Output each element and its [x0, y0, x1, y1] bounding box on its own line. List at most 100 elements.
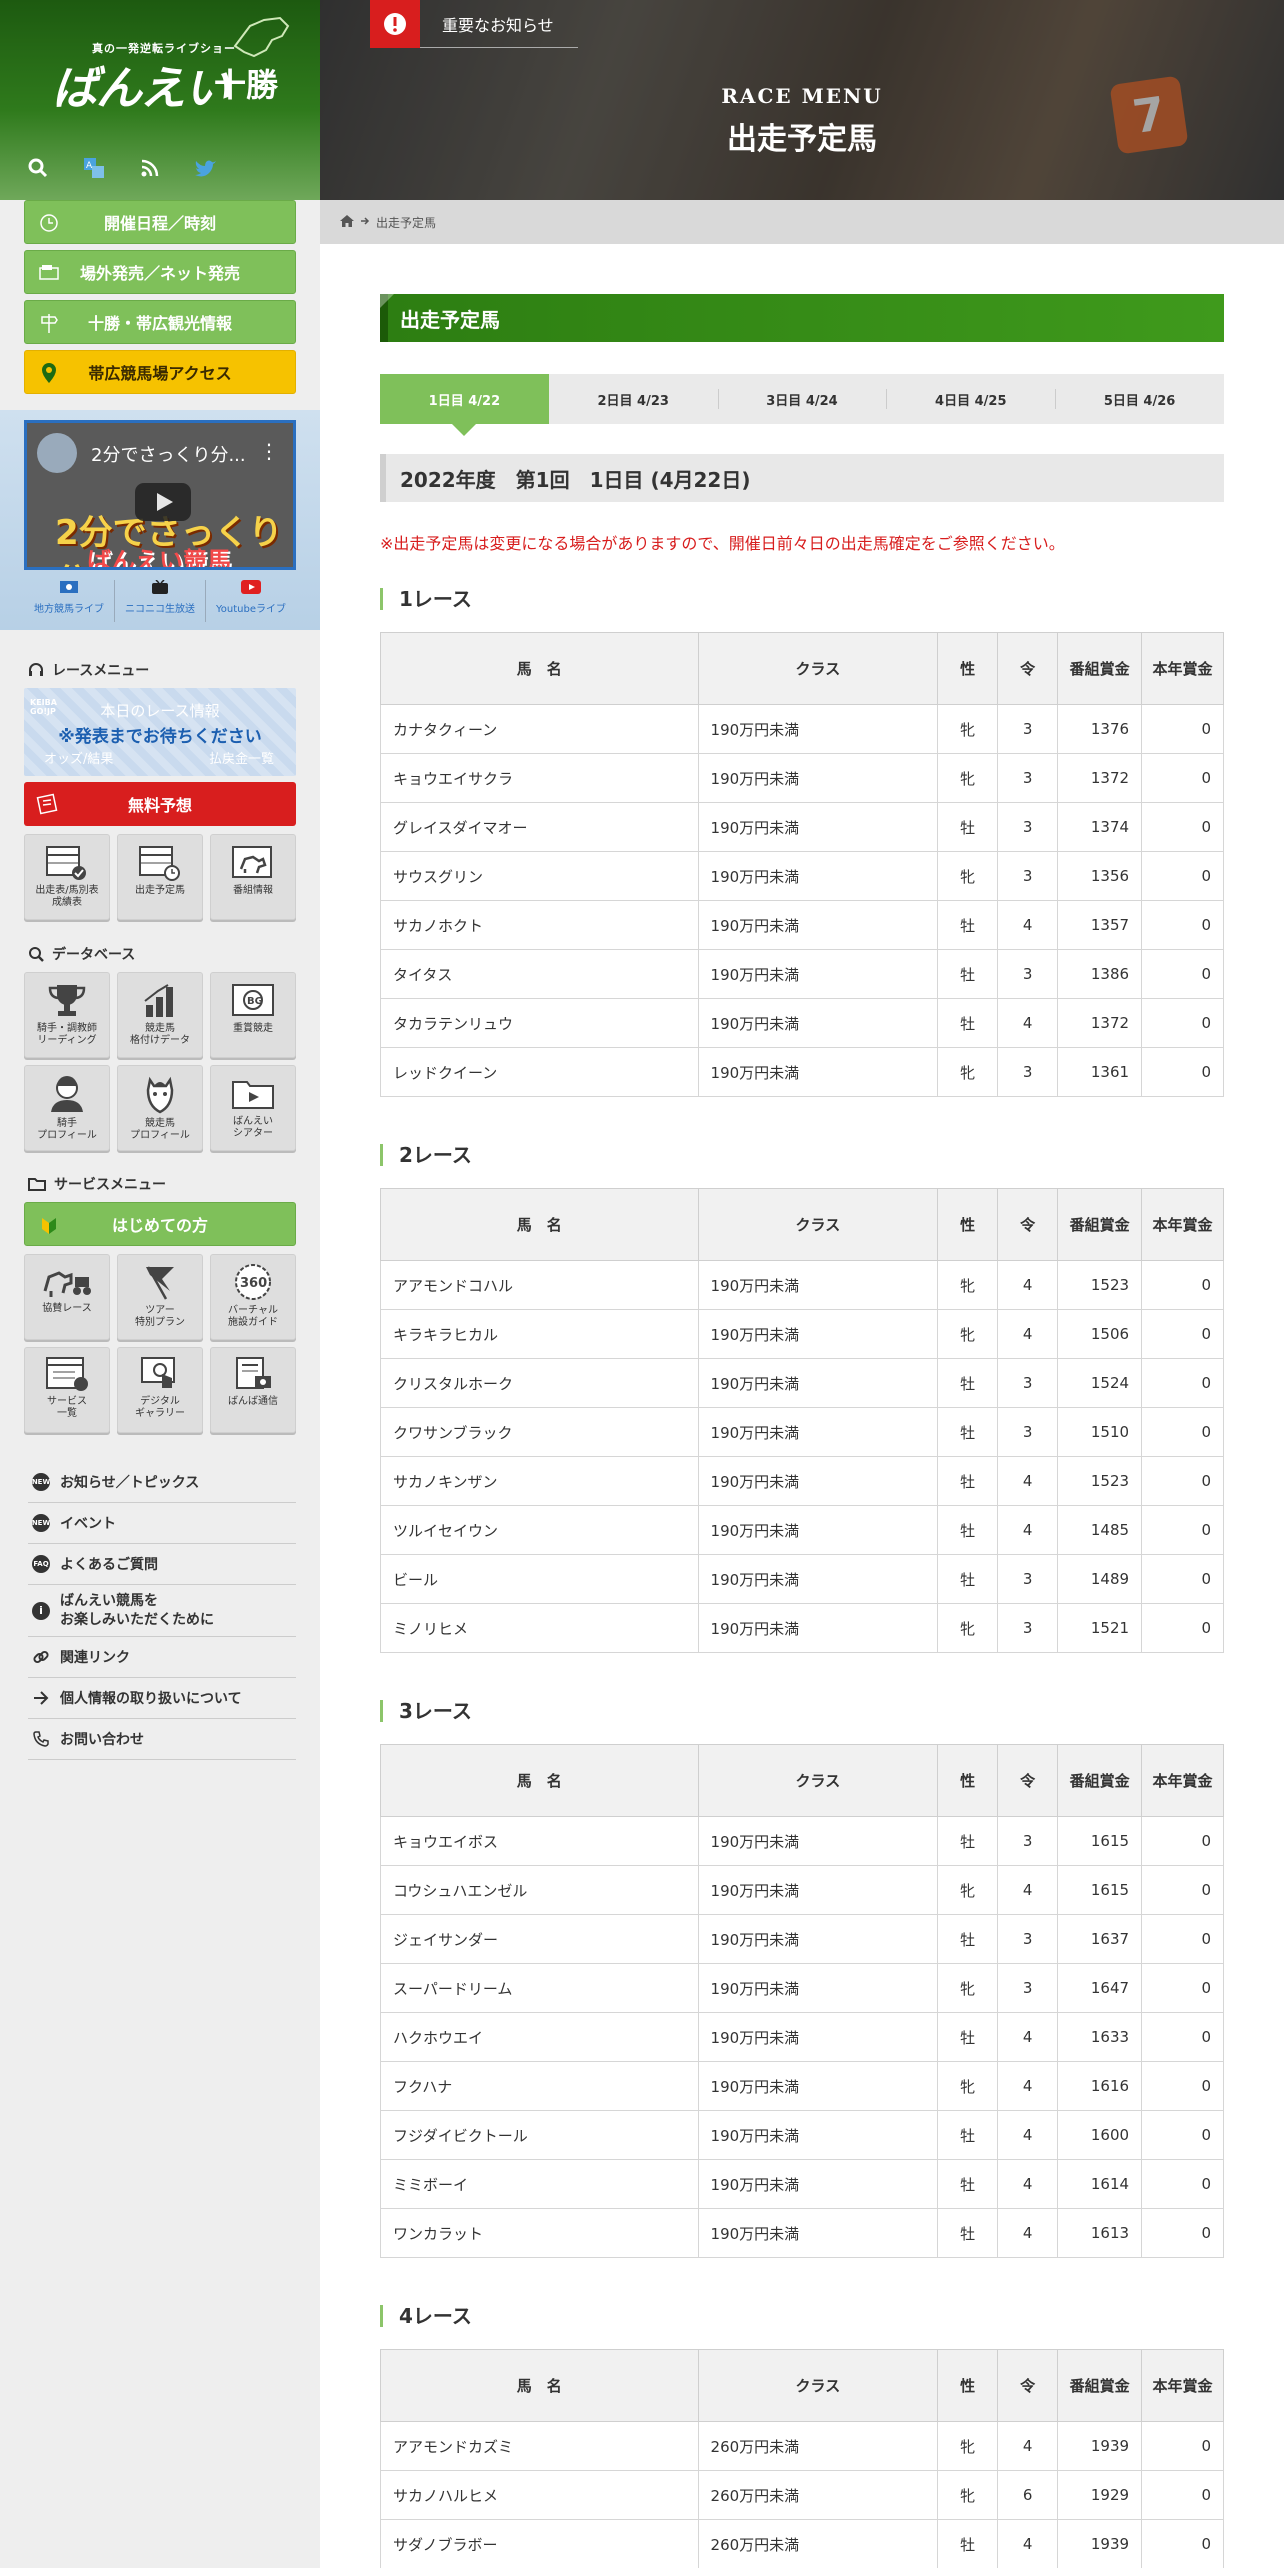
table-row: ハクホウエイ 190万円未満牡 4 1633 0 [380, 2012, 1224, 2062]
banba-news-tile[interactable]: ばんば通信 [210, 1347, 296, 1433]
race-class: 190万円未満 [697, 900, 939, 950]
service-list-icon [46, 1357, 88, 1391]
horse-name[interactable]: タカラテンリュウ [380, 998, 699, 1048]
tab-day-5[interactable]: 5日目 4/26 [1055, 374, 1224, 424]
horse-sex: 牡 [937, 1407, 999, 1457]
horse-name[interactable]: カナタクィーン [380, 704, 699, 754]
horse-name[interactable]: サカノホクト [380, 900, 699, 950]
horse-name[interactable]: クリスタルホーク [380, 1358, 699, 1408]
jockey-profile-tile[interactable]: 騎手 プロフィール [24, 1065, 110, 1151]
theater-tile[interactable]: ばんえい シアター [210, 1065, 296, 1151]
faq-link[interactable]: FAQ よくあるご質問 [28, 1544, 296, 1585]
contact-link[interactable]: お問い合わせ [28, 1719, 296, 1760]
horse-sex: 牝 [937, 2061, 999, 2111]
table-row: タイタス 190万円未満牡 3 1386 0 [380, 949, 1224, 999]
related-links-link[interactable]: 関連リンク [28, 1637, 296, 1678]
enjoy-guide-link[interactable]: i ばんえい競馬を お楽しみいただくために [28, 1585, 296, 1637]
youtube-link[interactable]: Youtubeライブ [206, 580, 296, 622]
tab-day-1[interactable]: 1日目 4/22 [380, 374, 549, 436]
horse-name[interactable]: アアモンドコハル [380, 1260, 699, 1310]
program-info-tile[interactable]: 番組情報 [210, 834, 296, 920]
offsite-sales-button[interactable]: 場外発売／ネット発売 [24, 250, 296, 294]
race-card-tile[interactable]: 出走表/馬別表 成績表 [24, 834, 110, 920]
local-live-link[interactable]: 地方競馬ライブ [24, 580, 115, 622]
horse-age: 4 [997, 1309, 1059, 1359]
virtual-guide-tile[interactable]: 360 バーチャル 施設ガイド [210, 1254, 296, 1340]
table-row: サカノホクト 190万円未満牡 4 1357 0 [380, 900, 1224, 950]
race-class: 190万円未満 [697, 1309, 939, 1359]
tourism-button[interactable]: 十勝・帯広観光情報 [24, 300, 296, 344]
rss-icon[interactable] [138, 156, 162, 180]
horse-name[interactable]: サカノキンザン [380, 1456, 699, 1506]
horse-name[interactable]: サウスグリン [380, 851, 699, 901]
horse-name[interactable]: ビール [380, 1554, 699, 1604]
entries-tile[interactable]: 出走予定馬 [117, 834, 203, 920]
column-header: 番組賞金 [1057, 632, 1143, 705]
sponsor-race-tile[interactable]: 協賛レース [24, 1254, 110, 1340]
important-notice[interactable]: 重要なお知らせ [370, 0, 578, 48]
leading-tile[interactable]: 騎手・調教師 リーディング [24, 972, 110, 1058]
year-prize: 0 [1141, 1407, 1224, 1457]
more-icon[interactable]: ⋮ [259, 439, 279, 463]
schedule-button[interactable]: 開催日程／時刻 [24, 200, 296, 244]
horse-name[interactable]: キョウエイボス [380, 1816, 699, 1866]
tab-day-4[interactable]: 4日目 4/25 [886, 374, 1055, 424]
horse-name[interactable]: サダノブラボー [380, 2519, 699, 2568]
horse-name[interactable]: ハクホウエイ [380, 2012, 699, 2062]
twitter-icon[interactable] [194, 156, 218, 180]
niconico-link[interactable]: ニコニコ生放送 [115, 580, 206, 622]
grade-race-tile[interactable]: BG 重賞競走 [210, 972, 296, 1058]
translate-icon[interactable]: A [82, 156, 106, 180]
news-topics-link[interactable]: NEW お知らせ／トピックス [28, 1462, 296, 1503]
horse-name[interactable]: フジダイビクトール [380, 2110, 699, 2160]
horse-rating-tile[interactable]: 競走馬 格付けデータ [117, 972, 203, 1058]
odds-results-link[interactable]: オッズ/結果 [44, 748, 113, 767]
horse-name[interactable]: アアモンドカズミ [380, 2421, 699, 2471]
horse-name[interactable]: スーパードリーム [380, 1963, 699, 2013]
horse-name[interactable]: ジェイサンダー [380, 1914, 699, 1964]
logo-city[interactable]: 十勝 [214, 60, 278, 106]
digital-gallery-tile[interactable]: デジタル ギャラリー [117, 1347, 203, 1433]
race-info-message: ※発表までお待ちください [58, 727, 262, 747]
race-title: 3レース [380, 1700, 472, 1722]
horse-sex: 牝 [937, 851, 999, 901]
horse-name[interactable]: クワサンブラック [380, 1407, 699, 1457]
search-icon[interactable] [26, 156, 50, 180]
privacy-link[interactable]: 個人情報の取り扱いについて [28, 1678, 296, 1719]
home-icon[interactable] [340, 214, 354, 230]
hero-banner: 7 重要なお知らせ RACE MENU 出走予定馬 [320, 0, 1284, 200]
horse-name[interactable]: サカノハルヒメ [380, 2470, 699, 2520]
horse-name[interactable]: キョウエイサクラ [380, 753, 699, 803]
tab-day-3[interactable]: 3日目 4/24 [717, 374, 887, 424]
access-button[interactable]: 帯広競馬場アクセス [24, 350, 296, 394]
play-icon[interactable] [135, 483, 191, 521]
faq-badge-icon: FAQ [32, 1555, 50, 1573]
beginner-button[interactable]: はじめての方 [24, 1202, 296, 1246]
events-link[interactable]: NEW イベント [28, 1503, 296, 1544]
logo-text[interactable]: ばんえい [52, 52, 230, 118]
horse-name[interactable]: ミノリヒメ [380, 1603, 699, 1653]
horse-name[interactable]: ミミボーイ [380, 2159, 699, 2209]
tour-plan-tile[interactable]: ツアー 特別プラン [117, 1254, 203, 1340]
services-list-tile[interactable]: サービス 一覧 [24, 1347, 110, 1433]
horse-name[interactable]: レッドクイーン [380, 1047, 699, 1097]
video-player[interactable]: 2分でさっくり分... ⋮ 2分でさっくり分かる ばんえい競馬 [24, 420, 296, 570]
horse-name[interactable]: グレイスダイマオー [380, 802, 699, 852]
race-title: 2レース [380, 1144, 472, 1166]
race-info-banner[interactable]: KEIBA GO!JP 本日のレース情報 ※発表までお待ちください オッズ/結果… [24, 688, 296, 776]
column-header: 馬 名 [380, 1188, 699, 1261]
payout-list-link[interactable]: 払戻金一覧 [209, 748, 274, 767]
horse-name[interactable]: ツルイセイウン [380, 1505, 699, 1555]
main-content: 7 重要なお知らせ RACE MENU 出走予定馬 出走予定馬 出走予定馬 1日… [320, 0, 1284, 2568]
free-prediction-button[interactable]: 無料予想 [24, 782, 296, 826]
table-row: ビール 190万円未満牡 3 1489 0 [380, 1554, 1224, 1604]
horse-name[interactable]: コウシュハエンゼル [380, 1865, 699, 1915]
tab-day-2[interactable]: 2日目 4/23 [549, 374, 718, 424]
race-class: 190万円未満 [697, 1358, 939, 1408]
horse-name[interactable]: キラキラヒカル [380, 1309, 699, 1359]
horse-name[interactable]: フクハナ [380, 2061, 699, 2111]
horse-profile-tile[interactable]: 競走馬 プロフィール [117, 1065, 203, 1151]
horse-name[interactable]: ワンカラット [380, 2208, 699, 2258]
horse-name[interactable]: タイタス [380, 949, 699, 999]
date-heading: 2022年度 第1回 1日目 (4月22日) [380, 454, 1224, 502]
